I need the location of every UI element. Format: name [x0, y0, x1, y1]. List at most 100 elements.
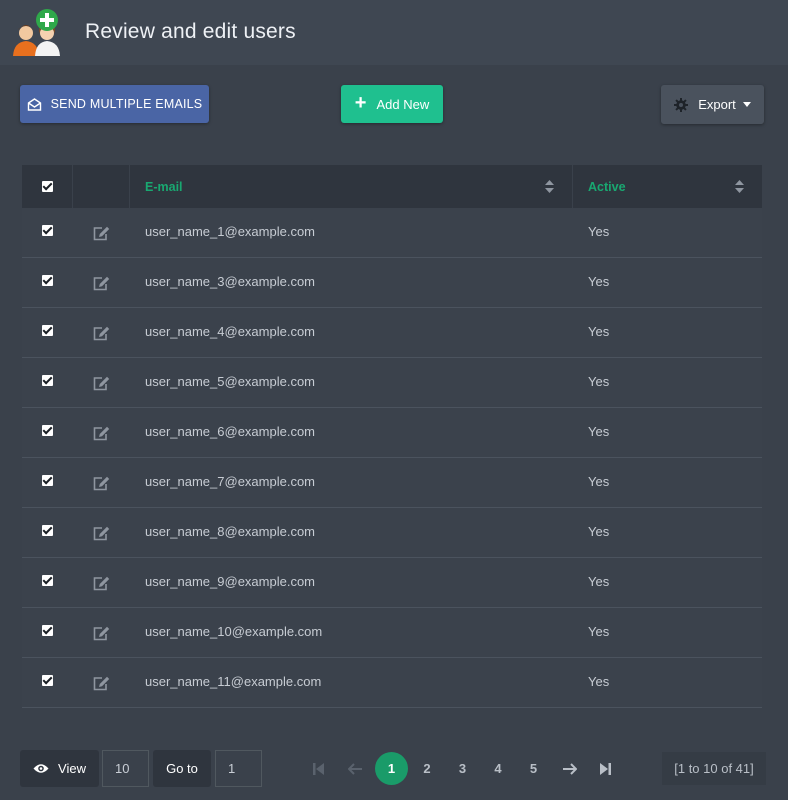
row-checkbox-cell	[22, 508, 73, 557]
plus-icon: +	[354, 92, 367, 114]
active-cell: Yes	[588, 224, 610, 239]
row-checkbox-cell	[22, 308, 73, 357]
active-column-header[interactable]: Active	[573, 165, 762, 208]
row-checkbox[interactable]	[42, 275, 53, 286]
table-row: user_name_8@example.com Yes	[22, 508, 762, 558]
active-column-label: Active	[588, 179, 626, 194]
page-title: Review and edit users	[85, 20, 296, 43]
add-new-label: Add New	[376, 96, 430, 112]
edit-icon[interactable]	[93, 426, 110, 441]
select-all-checkbox[interactable]	[41, 181, 53, 192]
page-link[interactable]: 2	[410, 751, 445, 786]
export-button[interactable]: Export	[661, 85, 764, 124]
view-button[interactable]: View	[20, 750, 99, 787]
range-indicator: [1 to 10 of 41]	[662, 752, 766, 785]
row-checkbox-cell	[22, 458, 73, 507]
row-checkbox[interactable]	[42, 575, 53, 586]
send-multiple-emails-button[interactable]: SEND MULTIPLE EMAILS	[20, 85, 209, 123]
table-row: user_name_4@example.com Yes	[22, 308, 762, 358]
edit-icon[interactable]	[93, 276, 110, 291]
row-checkbox-cell	[22, 358, 73, 407]
email-cell: user_name_10@example.com	[145, 624, 323, 639]
email-cell: user_name_1@example.com	[145, 224, 316, 239]
first-page-icon[interactable]	[301, 751, 336, 786]
page-link-current[interactable]: 1	[375, 752, 408, 785]
send-multiple-emails-label: SEND MULTIPLE EMAILS	[50, 97, 203, 111]
row-edit-cell	[73, 608, 130, 657]
row-checkbox[interactable]	[42, 425, 53, 436]
edit-icon[interactable]	[93, 226, 110, 241]
active-cell: Yes	[588, 324, 610, 339]
table-row: user_name_1@example.com Yes	[22, 208, 762, 258]
email-cell: user_name_3@example.com	[145, 274, 316, 289]
email-cell: user_name_8@example.com	[145, 524, 316, 539]
goto-button[interactable]: Go to	[153, 750, 211, 787]
edit-icon[interactable]	[93, 676, 110, 691]
row-checkbox[interactable]	[42, 525, 53, 536]
table-row: user_name_6@example.com Yes	[22, 408, 762, 458]
row-checkbox-cell	[22, 408, 73, 457]
add-new-button[interactable]: + Add New	[341, 85, 443, 123]
gear-icon	[674, 97, 689, 112]
row-checkbox[interactable]	[42, 475, 53, 486]
table-row: user_name_7@example.com Yes	[22, 458, 762, 508]
row-edit-cell	[73, 258, 130, 307]
row-checkbox-cell	[22, 258, 73, 307]
email-cell: user_name_9@example.com	[145, 574, 316, 589]
email-cell: user_name_4@example.com	[145, 324, 316, 339]
email-column-header[interactable]: E-mail	[130, 165, 573, 208]
email-cell: user_name_5@example.com	[145, 374, 316, 389]
row-edit-cell	[73, 208, 130, 257]
rows-per-page-input[interactable]: 10	[102, 750, 149, 787]
view-label: View	[58, 761, 86, 776]
page-header: Review and edit users	[0, 0, 788, 65]
eye-icon	[33, 764, 49, 773]
row-checkbox-cell	[22, 558, 73, 607]
table-row: user_name_9@example.com Yes	[22, 558, 762, 608]
edit-column-header	[73, 165, 130, 208]
goto-page-input[interactable]: 1	[215, 750, 262, 787]
active-cell: Yes	[588, 374, 610, 389]
table-body: user_name_1@example.com Yes user_name_3@ex…	[22, 208, 762, 708]
page-link[interactable]: 4	[481, 751, 516, 786]
edit-icon[interactable]	[93, 376, 110, 391]
row-edit-cell	[73, 508, 130, 557]
envelope-open-icon	[27, 97, 41, 111]
next-page-icon[interactable]	[552, 751, 587, 786]
active-cell: Yes	[588, 674, 610, 689]
table-header: E-mail Active	[22, 165, 762, 208]
active-cell: Yes	[588, 424, 610, 439]
edit-icon[interactable]	[93, 576, 110, 591]
users-add-icon	[13, 9, 60, 56]
page-link[interactable]: 5	[516, 751, 551, 786]
active-cell: Yes	[588, 624, 610, 639]
edit-icon[interactable]	[93, 476, 110, 491]
row-checkbox-cell	[22, 608, 73, 657]
users-table: E-mail Active user_name_1@example.com Yes…	[22, 165, 762, 708]
row-edit-cell	[73, 408, 130, 457]
prev-page-icon[interactable]	[337, 751, 372, 786]
row-edit-cell	[73, 558, 130, 607]
table-row: user_name_3@example.com Yes	[22, 258, 762, 308]
goto-label: Go to	[166, 761, 198, 776]
sort-icon[interactable]	[735, 180, 744, 193]
row-checkbox[interactable]	[42, 375, 53, 386]
email-cell: user_name_11@example.com	[145, 674, 322, 689]
edit-icon[interactable]	[93, 526, 110, 541]
email-cell: user_name_7@example.com	[145, 474, 316, 489]
row-edit-cell	[73, 308, 130, 357]
row-checkbox[interactable]	[42, 625, 53, 636]
last-page-icon[interactable]	[588, 751, 623, 786]
row-checkbox[interactable]	[42, 675, 53, 686]
active-cell: Yes	[588, 574, 610, 589]
sort-icon[interactable]	[545, 180, 554, 193]
email-cell: user_name_6@example.com	[145, 424, 316, 439]
row-checkbox-cell	[22, 208, 73, 257]
page-link[interactable]: 3	[445, 751, 480, 786]
active-cell: Yes	[588, 474, 610, 489]
row-checkbox[interactable]	[42, 225, 53, 236]
row-edit-cell	[73, 658, 130, 707]
edit-icon[interactable]	[93, 626, 110, 641]
row-checkbox[interactable]	[42, 325, 53, 336]
edit-icon[interactable]	[93, 326, 110, 341]
